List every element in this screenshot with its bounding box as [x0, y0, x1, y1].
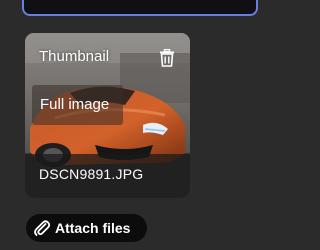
- attachment-card[interactable]: Thumbnail Full image DSCN9891.JPG: [25, 33, 190, 198]
- filename-bar: DSCN9891.JPG: [25, 154, 190, 198]
- thumbnail-label: Thumbnail: [39, 48, 110, 65]
- paperclip-icon: [33, 219, 51, 237]
- attach-files-label: Attach files: [55, 220, 131, 236]
- attachment-filename: DSCN9891.JPG: [39, 166, 144, 182]
- trash-icon: [160, 49, 174, 67]
- attach-files-button[interactable]: Attach files: [26, 214, 147, 242]
- attachments-panel: Thumbnail Full image DSCN9891.JPG Attach…: [0, 0, 262, 250]
- full-image-label: Full image: [40, 96, 110, 113]
- message-input[interactable]: [22, 0, 258, 16]
- delete-attachment-button[interactable]: [156, 47, 178, 69]
- full-image-button[interactable]: Full image: [32, 85, 123, 125]
